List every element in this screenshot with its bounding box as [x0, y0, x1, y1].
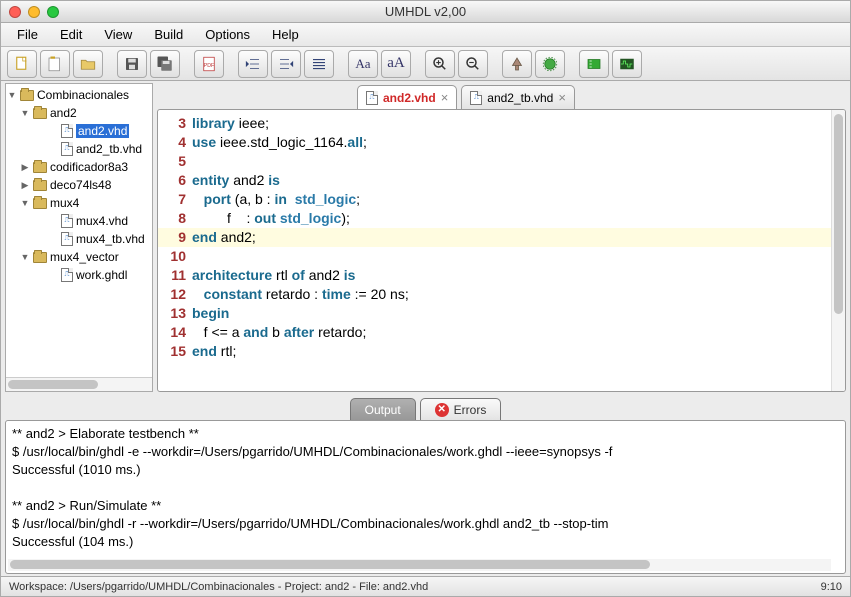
tree-file[interactable]: ⎍and2_tb.vhd [6, 140, 152, 158]
file-icon: ⎍ [61, 124, 73, 138]
code-line[interactable]: 7 port (a, b : in std_logic; [158, 190, 831, 209]
menu-build[interactable]: Build [144, 24, 193, 45]
file-icon: ⎍ [61, 142, 73, 156]
code-line[interactable]: 9end and2; [158, 228, 831, 247]
font-smaller-button[interactable]: Aa [348, 50, 378, 78]
open-file-button[interactable] [40, 50, 70, 78]
code-line[interactable]: 4use ieee.std_logic_1164.all; [158, 133, 831, 152]
close-icon[interactable]: × [558, 90, 566, 105]
project-tree: ▼Combinacionales▼and2⎍and2.vhd⎍and2_tb.v… [5, 83, 153, 392]
zoom-in-button[interactable] [425, 50, 455, 78]
window-title: UMHDL v2,00 [1, 4, 850, 19]
file-icon: ⎍ [366, 91, 378, 105]
export-pdf-button[interactable]: PDF [194, 50, 224, 78]
tree-scrollbar[interactable] [6, 377, 152, 391]
simulator-button[interactable] [579, 50, 609, 78]
output-text: ** and2 > Elaborate testbench ** $ /usr/… [12, 426, 612, 549]
code-line[interactable]: 8 f : out std_logic); [158, 209, 831, 228]
tree-file[interactable]: ⎍and2.vhd [6, 122, 152, 140]
folder-icon [33, 108, 47, 119]
output-panel[interactable]: ** and2 > Elaborate testbench ** $ /usr/… [5, 420, 846, 574]
tree-folder[interactable]: ▼and2 [6, 104, 152, 122]
editor-scrollbar[interactable] [831, 110, 845, 391]
file-icon: ⎍ [61, 268, 73, 282]
code-line[interactable]: 15end rtl; [158, 342, 831, 361]
save-button[interactable] [117, 50, 147, 78]
tree-folder[interactable]: ▶deco74ls48 [6, 176, 152, 194]
toolbar: PDF Aa aA [1, 47, 850, 81]
run-button[interactable] [535, 50, 565, 78]
new-file-button[interactable] [7, 50, 37, 78]
code-line[interactable]: 3library ieee; [158, 114, 831, 133]
editor-tab[interactable]: ⎍ and2.vhd × [357, 85, 457, 109]
build-button[interactable] [502, 50, 532, 78]
code-line[interactable]: 11architecture rtl of and2 is [158, 266, 831, 285]
open-folder-button[interactable] [73, 50, 103, 78]
tree-file[interactable]: ⎍work.ghdl [6, 266, 152, 284]
indent-button[interactable] [271, 50, 301, 78]
tree-folder[interactable]: ▶codificador8a3 [6, 158, 152, 176]
menu-help[interactable]: Help [262, 24, 309, 45]
tree-file[interactable]: ⎍mux4.vhd [6, 212, 152, 230]
status-path: Workspace: /Users/pgarrido/UMHDL/Combina… [9, 581, 428, 593]
svg-text:PDF: PDF [204, 63, 215, 69]
tree-file[interactable]: ⎍mux4_tb.vhd [6, 230, 152, 248]
errors-tab[interactable]: ✕ Errors [420, 398, 502, 420]
code-editor[interactable]: 3library ieee;4use ieee.std_logic_1164.a… [157, 109, 846, 392]
code-line[interactable]: 12 constant retardo : time := 20 ns; [158, 285, 831, 304]
code-line[interactable]: 13begin [158, 304, 831, 323]
titlebar: UMHDL v2,00 [1, 1, 850, 23]
tree-folder[interactable]: ▼mux4 [6, 194, 152, 212]
outdent-button[interactable] [238, 50, 268, 78]
menubar: File Edit View Build Options Help [1, 23, 850, 47]
code-line[interactable]: 14 f <= a and b after retardo; [158, 323, 831, 342]
folder-icon [33, 198, 47, 209]
tab-label: and2_tb.vhd [487, 91, 553, 105]
close-icon[interactable]: × [441, 90, 449, 105]
menu-options[interactable]: Options [195, 24, 260, 45]
code-line[interactable]: 10 [158, 247, 831, 266]
menu-view[interactable]: View [94, 24, 142, 45]
zoom-window-button[interactable] [47, 6, 59, 18]
output-tab-label: Output [365, 403, 401, 417]
menu-edit[interactable]: Edit [50, 24, 92, 45]
minimize-window-button[interactable] [28, 6, 40, 18]
tree-root[interactable]: ▼Combinacionales [6, 86, 152, 104]
folder-icon [33, 162, 47, 173]
output-scrollbar[interactable] [8, 559, 831, 571]
format-button[interactable] [304, 50, 334, 78]
file-icon: ⎍ [470, 91, 482, 105]
output-tab[interactable]: Output [350, 398, 416, 420]
menu-file[interactable]: File [7, 24, 48, 45]
folder-icon [33, 252, 47, 263]
zoom-out-button[interactable] [458, 50, 488, 78]
code-line[interactable]: 5 [158, 152, 831, 171]
statusbar: Workspace: /Users/pgarrido/UMHDL/Combina… [1, 576, 850, 596]
save-all-button[interactable] [150, 50, 180, 78]
editor-tab[interactable]: ⎍ and2_tb.vhd × [461, 85, 575, 109]
tab-label: and2.vhd [383, 91, 436, 105]
close-window-button[interactable] [9, 6, 21, 18]
font-larger-button[interactable]: aA [381, 50, 411, 78]
error-icon: ✕ [435, 403, 449, 417]
waveform-button[interactable] [612, 50, 642, 78]
cursor-position: 9:10 [821, 581, 842, 593]
code-line[interactable]: 6entity and2 is [158, 171, 831, 190]
folder-icon [20, 90, 34, 101]
file-icon: ⎍ [61, 232, 73, 246]
editor-tabs: ⎍ and2.vhd × ⎍ and2_tb.vhd × [157, 83, 846, 109]
tree-folder[interactable]: ▼mux4_vector [6, 248, 152, 266]
errors-tab-label: Errors [454, 403, 487, 417]
file-icon: ⎍ [61, 214, 73, 228]
folder-icon [33, 180, 47, 191]
